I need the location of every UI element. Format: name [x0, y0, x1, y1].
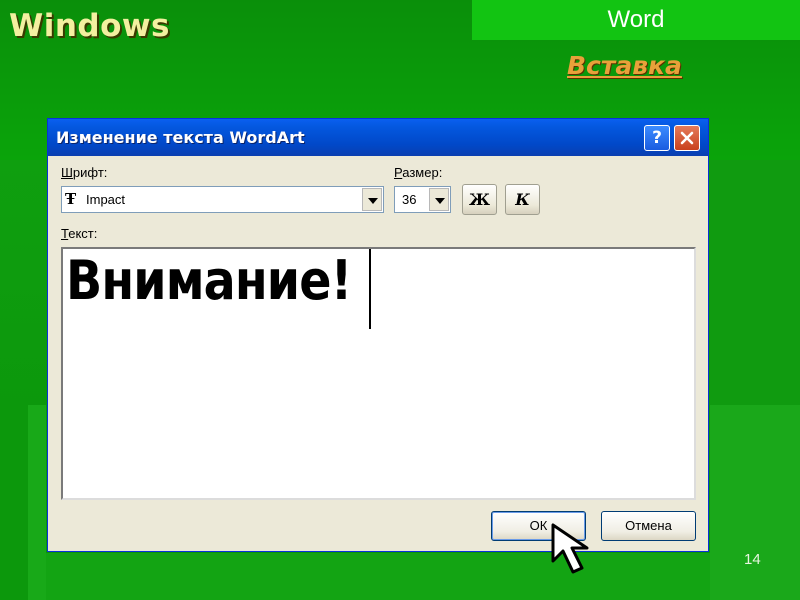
- wordart-text-input[interactable]: Внимание!: [61, 247, 696, 500]
- close-button[interactable]: [674, 125, 700, 151]
- help-button[interactable]: ?: [644, 125, 670, 151]
- slide-decor-left-inner: [28, 405, 46, 600]
- size-dropdown-button[interactable]: [429, 188, 449, 211]
- size-select-value: 36: [402, 192, 417, 207]
- help-icon: ?: [652, 128, 662, 148]
- size-label: Размер:: [394, 165, 443, 180]
- font-type-icon: Ŧ: [65, 190, 77, 208]
- cancel-button[interactable]: Отмена: [601, 511, 696, 541]
- app-label-box: Word: [472, 0, 800, 40]
- italic-button[interactable]: К: [505, 184, 540, 215]
- insert-menu-link[interactable]: Вставка: [567, 51, 682, 80]
- size-select[interactable]: 36: [394, 186, 451, 213]
- dialog-title: Изменение текста WordArt: [56, 128, 305, 147]
- slide-decor-left: [0, 400, 28, 600]
- wordart-text-value: Внимание!: [66, 249, 352, 312]
- bold-button[interactable]: Ж: [462, 184, 497, 215]
- font-select[interactable]: Ŧ Impact: [61, 186, 384, 213]
- dialog-body: Шрифт: Ŧ Impact Размер: 36 Ж К Текст: Вн…: [52, 156, 704, 548]
- slide-decor-bottom: [46, 553, 710, 600]
- text-caret: [369, 249, 371, 329]
- wordart-edit-dialog: Изменение текста WordArt ? Шрифт: Ŧ Impa…: [47, 118, 709, 552]
- slide-title: Windows: [9, 8, 170, 44]
- font-select-value: Impact: [86, 192, 126, 207]
- slide-decor-right: [710, 160, 800, 405]
- font-dropdown-button[interactable]: [362, 188, 382, 211]
- slide-decor-right-lower: [710, 405, 800, 600]
- font-label: Шрифт:: [61, 165, 108, 180]
- close-icon: [680, 131, 694, 145]
- page-number: 14: [744, 551, 761, 568]
- mouse-pointer-icon: [551, 523, 589, 574]
- dialog-titlebar[interactable]: Изменение текста WordArt ?: [48, 119, 708, 156]
- text-label: Текст:: [61, 226, 98, 241]
